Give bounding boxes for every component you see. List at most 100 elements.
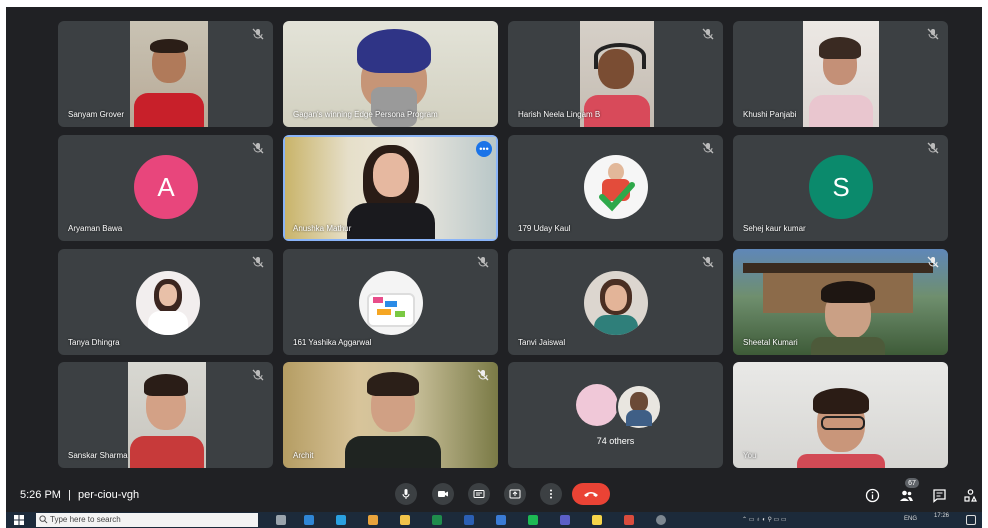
more-options-button[interactable] xyxy=(540,483,562,505)
store-icon[interactable] xyxy=(336,515,346,525)
participant-tile[interactable]: Sanskar Sharma xyxy=(58,362,273,468)
others-avatar xyxy=(576,384,618,426)
participant-name: Harish Neela Lingam B xyxy=(518,110,601,119)
participant-avatar xyxy=(584,155,648,219)
participant-count-badge: 67 xyxy=(905,478,919,488)
participant-tile[interactable]: Tanvi Jaiswal xyxy=(508,249,723,355)
self-video xyxy=(733,362,948,468)
mic-off-icon xyxy=(251,255,265,269)
participant-avatar: S xyxy=(809,155,873,219)
activities-button[interactable] xyxy=(961,486,979,504)
others-tile[interactable]: 74 others xyxy=(508,362,723,468)
participant-tile[interactable]: Archit xyxy=(283,362,498,468)
participant-name: Tanvi Jaiswal xyxy=(518,338,566,347)
clock[interactable]: 17:26 xyxy=(934,513,949,519)
more-options-icon[interactable]: ••• xyxy=(476,141,492,157)
teams-icon[interactable] xyxy=(560,515,570,525)
meeting-code: per-ciou-vgh xyxy=(77,489,140,501)
info-icon xyxy=(865,488,879,502)
participant-video xyxy=(128,362,206,468)
app-icon[interactable] xyxy=(624,515,634,525)
participant-tile-active-speaker[interactable]: ••• Anushka Mathur xyxy=(283,135,498,241)
mail-icon[interactable] xyxy=(496,515,506,525)
participant-name: Sheetal Kumari xyxy=(743,338,798,347)
task-view-icon[interactable] xyxy=(276,515,286,525)
word-icon[interactable] xyxy=(464,515,474,525)
tray-icons[interactable]: ⌃ ▭ ♁ ◐ ⚲ ▭ ▭ xyxy=(742,516,787,523)
settings-icon[interactable] xyxy=(656,515,666,525)
mic-off-icon xyxy=(926,141,940,155)
participant-tile[interactable]: Gagan's winning Edge Persona Program xyxy=(283,21,498,127)
language-indicator[interactable]: ENG xyxy=(904,516,917,522)
participant-name: Sehej kaur kumar xyxy=(743,224,806,233)
participant-tile[interactable]: Tanya Dhingra xyxy=(58,249,273,355)
leave-call-button[interactable] xyxy=(572,483,610,505)
activities-icon xyxy=(963,488,977,502)
hangup-icon xyxy=(584,492,598,497)
participant-name: Sanskar Sharma xyxy=(68,451,128,460)
self-tile[interactable]: You xyxy=(733,362,948,468)
mic-off-icon xyxy=(251,27,265,41)
participant-tile[interactable]: Harish Neela Lingam B xyxy=(508,21,723,127)
separator: | xyxy=(68,489,71,501)
meet-window: Sanyam Grover Gagan's winning Edge Perso… xyxy=(6,7,982,512)
search-placeholder: Type here to search xyxy=(50,515,121,524)
meeting-controls-bar: 5:26 PM | per-ciou-vgh 67 xyxy=(6,477,982,512)
mic-off-icon xyxy=(926,255,940,269)
participant-avatar xyxy=(136,271,200,335)
participant-video xyxy=(283,362,498,468)
mic-off-icon xyxy=(476,255,490,269)
captions-button[interactable] xyxy=(468,483,490,505)
chrome-icon[interactable] xyxy=(368,515,378,525)
camera-button[interactable] xyxy=(432,483,454,505)
participant-tile[interactable]: S Sehej kaur kumar xyxy=(733,135,948,241)
file-explorer-icon[interactable] xyxy=(400,515,410,525)
mic-off-icon xyxy=(476,368,490,382)
others-avatar xyxy=(616,384,662,430)
participant-tile[interactable]: Sheetal Kumari xyxy=(733,249,948,355)
spotify-icon[interactable] xyxy=(528,515,538,525)
meeting-details[interactable]: 5:26 PM | per-ciou-vgh xyxy=(20,489,139,501)
meeting-time: 5:26 PM xyxy=(20,489,61,501)
chat-button[interactable] xyxy=(930,486,948,504)
participant-avatar: A xyxy=(134,155,198,219)
present-icon xyxy=(509,489,521,499)
participant-name: Khushi Panjabi xyxy=(743,110,797,119)
participant-name: Aryaman Bawa xyxy=(68,224,123,233)
windows-start-icon[interactable] xyxy=(14,515,24,525)
participant-name: Anushka Mathur xyxy=(293,224,352,233)
participant-tile[interactable]: 161 Yashika Aggarwal xyxy=(283,249,498,355)
mic-off-icon xyxy=(251,141,265,155)
chat-icon xyxy=(932,488,946,503)
participant-tile[interactable]: 179 Uday Kaul xyxy=(508,135,723,241)
participant-name: Tanya Dhingra xyxy=(68,338,120,347)
others-count: 74 others xyxy=(596,436,635,446)
sticky-notes-icon[interactable] xyxy=(592,515,602,525)
mic-off-icon xyxy=(701,27,715,41)
more-options-icon xyxy=(550,489,552,499)
captions-icon xyxy=(473,490,485,498)
taskbar-search-box[interactable]: Type here to search xyxy=(36,513,258,527)
mic-button[interactable] xyxy=(395,483,417,505)
participant-tile[interactable]: A Aryaman Bawa xyxy=(58,135,273,241)
notifications-icon[interactable] xyxy=(966,515,976,525)
edge-icon[interactable] xyxy=(304,515,314,525)
excel-icon[interactable] xyxy=(432,515,442,525)
present-button[interactable] xyxy=(504,483,526,505)
meeting-info-button[interactable] xyxy=(863,486,881,504)
participant-name: 179 Uday Kaul xyxy=(518,224,571,233)
windows-taskbar: Type here to search ⌃ ▭ ♁ ◐ ⚲ ▭ ▭ ENG 17… xyxy=(6,512,982,528)
participant-video xyxy=(803,21,879,127)
participants-button[interactable] xyxy=(897,486,915,504)
participant-name: 161 Yashika Aggarwal xyxy=(293,338,372,347)
participant-name: Archit xyxy=(293,451,314,460)
participant-tile[interactable]: Khushi Panjabi xyxy=(733,21,948,127)
participant-name: Gagan's winning Edge Persona Program xyxy=(293,110,438,119)
camera-icon xyxy=(438,491,448,497)
participant-avatar xyxy=(584,271,648,335)
participant-name: Sanyam Grover xyxy=(68,110,125,119)
mic-icon xyxy=(402,489,410,499)
participant-tile[interactable]: Sanyam Grover xyxy=(58,21,273,127)
participant-name: You xyxy=(743,451,757,460)
search-icon xyxy=(39,515,48,524)
